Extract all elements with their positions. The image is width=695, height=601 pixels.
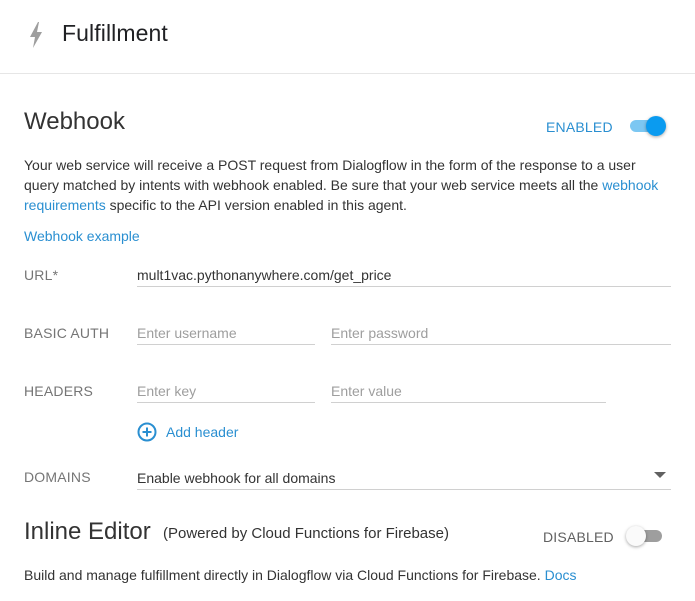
webhook-status-label: ENABLED [546,119,613,135]
inline-editor-title: Inline Editor [24,518,151,545]
header-value-input[interactable]: Enter value [331,381,606,403]
inline-editor-toggle[interactable] [626,526,666,546]
webhook-toggle[interactable] [626,116,666,136]
dropdown-arrow-icon[interactable] [654,472,666,478]
lightning-bolt-icon [30,22,42,48]
webhook-example-link[interactable]: Webhook example [24,228,140,244]
url-input[interactable]: mult1vac.pythonanywhere.com/get_price [137,265,671,287]
inline-editor-status-label: DISABLED [543,529,614,545]
add-circle-icon [137,422,157,442]
url-label: URL* [24,267,59,283]
domains-select[interactable]: Enable webhook for all domains [137,468,671,490]
headers-label: HEADERS [24,383,94,399]
add-header-label: Add header [166,424,239,440]
username-input[interactable]: Enter username [137,323,315,345]
basic-auth-label: BASIC AUTH [24,325,110,341]
webhook-title: Webhook [24,108,125,135]
domains-label: DOMAINS [24,469,91,485]
header-key-input[interactable]: Enter key [137,381,315,403]
password-input[interactable]: Enter password [331,323,671,345]
webhook-description: Your web service will receive a POST req… [24,157,659,213]
page-header: Fulfillment [0,0,695,74]
docs-link[interactable]: Docs [545,567,577,583]
inline-editor-subtitle: (Powered by Cloud Functions for Firebase… [163,525,449,542]
inline-editor-description: Build and manage fulfillment directly in… [24,567,577,583]
page-title: Fulfillment [62,20,168,46]
